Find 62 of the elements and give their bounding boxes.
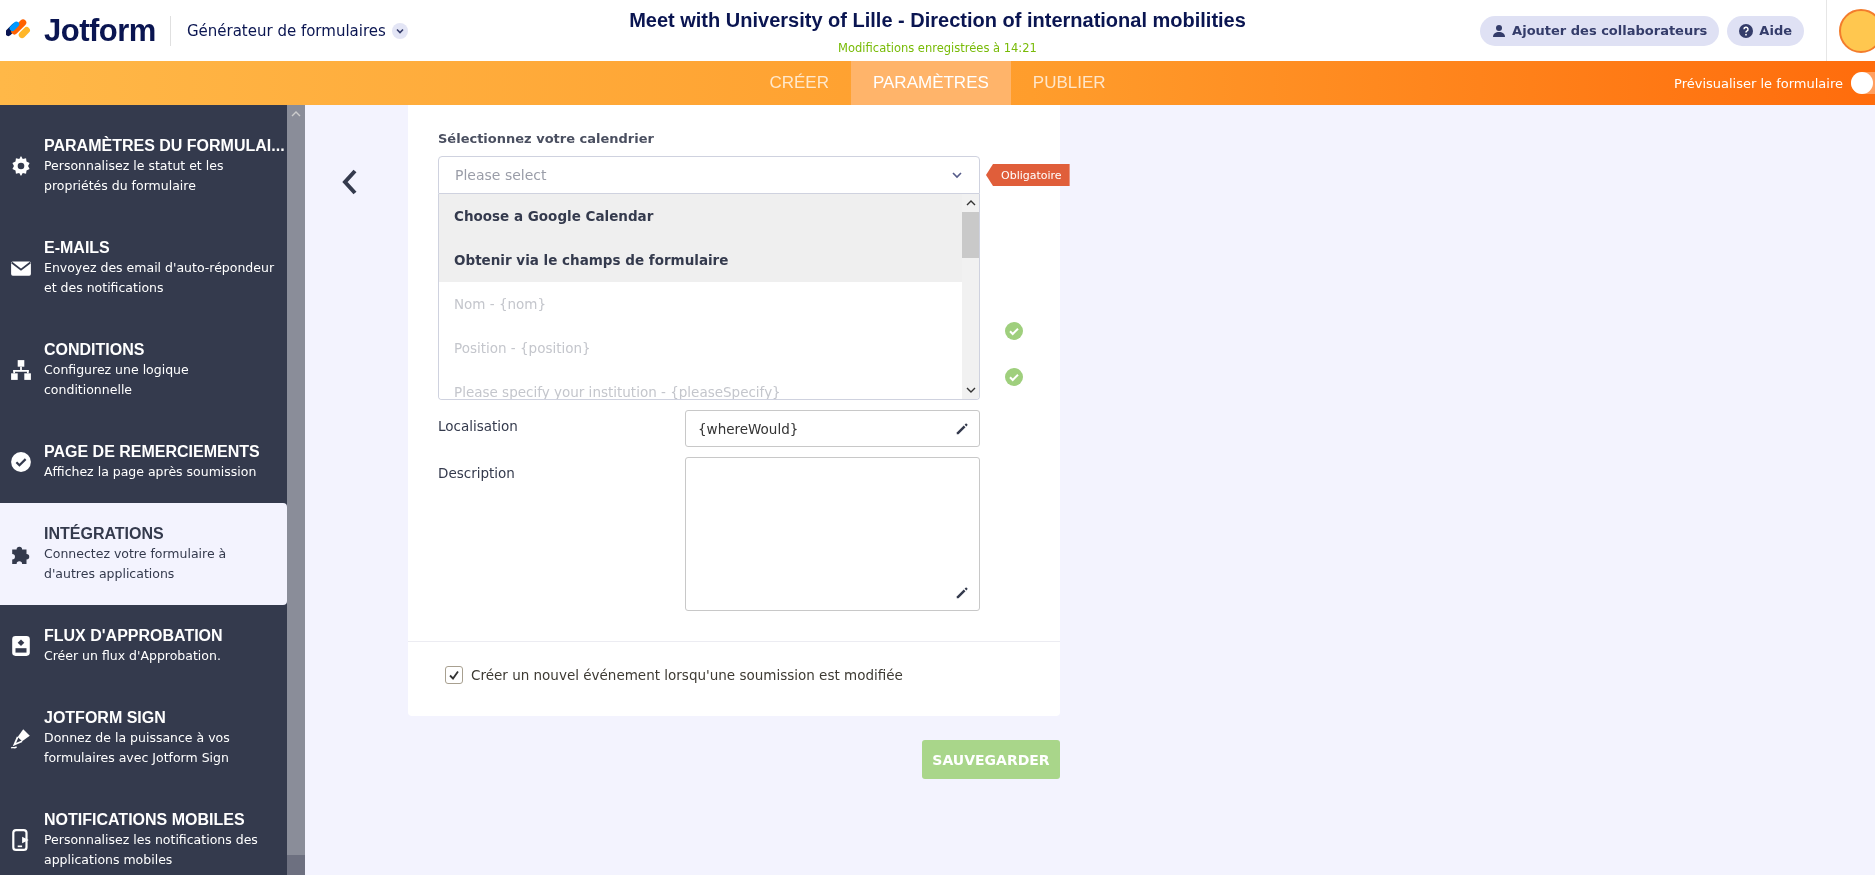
sidebar-item-title: FLUX D'APPROBATION	[44, 626, 223, 646]
field-label: Description	[438, 464, 516, 483]
builder-menu[interactable]: Générateur de formulaires	[186, 21, 408, 40]
sidebar-item-title: JOTFORM SIGN	[44, 708, 167, 728]
calendar-label: Sélectionnez votre calendrier	[437, 131, 655, 146]
sidebar-item-title: NOTIFICATIONS MOBILES	[44, 810, 246, 830]
location-field[interactable]: {whereWould}	[685, 410, 980, 447]
avatar[interactable]	[1839, 8, 1875, 53]
description-field[interactable]	[685, 457, 980, 611]
sidebar-item-description: Configurez une logique conditionnelle	[44, 361, 190, 399]
sidebar-item-description: Connectez votre formulaire à d'autres applications	[44, 545, 228, 583]
check-circle-icon	[10, 451, 32, 473]
sidebar-item[interactable]: PAGE DE REMERCIEMENTS Affichez la page après soumission	[0, 421, 287, 503]
sidebar-item-description: Personnalisez les notifications des applications mobiles	[44, 831, 259, 869]
sidebar-item[interactable]: INTÉGRATIONS Connectez votre formulaire à d'autres applications	[0, 503, 287, 605]
sidebar-item-title: CONDITIONS	[44, 340, 146, 360]
sidebar-item[interactable]: NOTIFICATIONS MOBILES Personnalisez les notifications des applications mobiles	[0, 789, 287, 875]
chevron-down-icon	[951, 171, 963, 179]
pencil-icon	[955, 586, 969, 600]
scroll-up-icon	[291, 111, 301, 117]
help-button[interactable]: Aide	[1727, 15, 1804, 46]
sidebar-item-title: PAGE DE REMERCIEMENTS	[44, 442, 260, 462]
logo-text: Jotform	[44, 12, 156, 49]
scrollbar-thumb[interactable]	[962, 212, 979, 258]
question-icon	[1739, 23, 1754, 38]
required-tag: Obligatoire	[986, 164, 1070, 186]
chevron-down-icon	[391, 22, 408, 39]
gear-icon	[10, 155, 32, 177]
sidebar-item[interactable]: PARAMÈTRES DU FORMULAI... Personnalisez le statut et les propriétés du formulaire	[0, 115, 287, 217]
sidebar-item-description: Donnez de la puissance à vos formulaires avec Jotform Sign	[44, 729, 231, 767]
pen-nib-icon	[10, 727, 32, 749]
sidebar-item-title: PARAMÈTRES DU FORMULAI...	[44, 136, 285, 156]
sidebar-item-description: Personnalisez le statut et les propriétés du formulaire	[44, 157, 225, 195]
dropdown-option[interactable]: Obtenir via le champs de formulaire	[439, 238, 962, 282]
dropdown-option[interactable]: Choose a Google Calendar	[439, 194, 962, 238]
pencil-icon	[955, 421, 969, 436]
flowchart-icon	[10, 635, 32, 657]
sidebar-item-description: Envoyez des email d'auto-répondeur et des notifications	[44, 259, 276, 297]
checkmark-icon	[448, 669, 460, 681]
scrollbar[interactable]	[287, 105, 305, 875]
sidebar-item[interactable]: E-MAILS Envoyez des email d'auto-répondeur et des notifications	[0, 217, 287, 319]
scroll-down-icon	[965, 387, 976, 393]
sidebar-item[interactable]: FLUX D'APPROBATION Créer un flux d'Approbation.	[0, 605, 287, 687]
sidebar-item-description: Affichez la page après soumission	[44, 463, 258, 481]
save-status: Modifications enregistrées à 14:21	[838, 40, 1037, 55]
person-icon	[1492, 23, 1507, 38]
list-scrollbar[interactable]	[962, 194, 979, 399]
form-title[interactable]: Meet with University of Lille - Direction of international mobilities	[629, 8, 1246, 32]
preview-label: Prévisualiser le formulaire	[1674, 75, 1843, 91]
chevron-left-icon	[342, 169, 358, 195]
scroll-up-icon	[965, 200, 976, 206]
checkbox-label: Créer un nouvel événement lorsqu'une soumission est modifiée	[471, 667, 903, 683]
field-label: Localisation	[438, 417, 519, 436]
sidebar-item-title: E-MAILS	[44, 238, 111, 258]
collaborators-button[interactable]: Ajouter des collaborateurs	[1480, 15, 1720, 46]
sidebar-item[interactable]: JOTFORM SIGN Donnez de la puissance à vos formulaires avec Jotform Sign	[0, 687, 287, 789]
hierarchy-icon	[10, 359, 32, 381]
sidebar-item[interactable]: CONDITIONS Configurez une logique conditionnelle	[0, 319, 287, 421]
checkbox[interactable]	[445, 666, 463, 684]
sidebar-item-title: INTÉGRATIONS	[44, 524, 165, 544]
sidebar-item-description: Créer un flux d'Approbation.	[44, 647, 222, 665]
scrollbar-thumb[interactable]	[287, 855, 305, 875]
